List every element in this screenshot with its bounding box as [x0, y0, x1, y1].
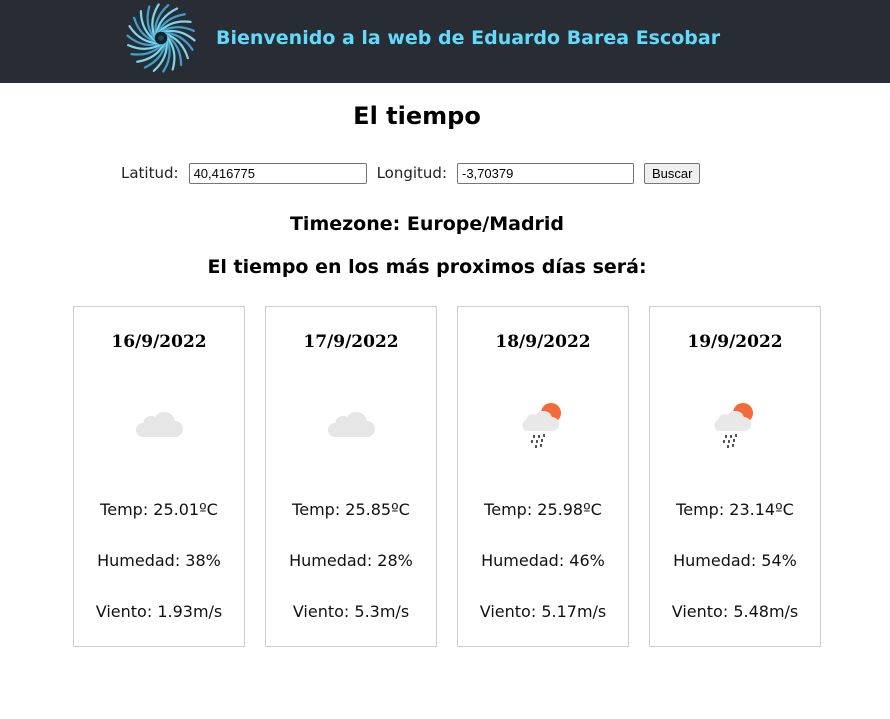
latitude-input[interactable] [188, 162, 367, 184]
forecast-date: 17/9/2022 [303, 332, 399, 352]
sun-cloud-rain-icon [714, 403, 753, 448]
cloud-icon [136, 412, 183, 437]
forecast-heading: El tiempo en los más proximos días será: [207, 256, 647, 278]
forecast-humidity: Humedad: 46% [481, 551, 605, 570]
site-header: Bienvenido a la web de Eduardo Barea Esc… [0, 0, 890, 83]
forecast-temp: Temp: 23.14ºC [676, 500, 794, 519]
forecast-card: 17/9/2022 Temp: 25.85ºC Humedad: 28% Vie… [265, 306, 437, 647]
forecast-humidity: Humedad: 28% [289, 551, 413, 570]
forecast-wind: Viento: 5.17m/s [479, 602, 607, 621]
latitude-label: Latitud: [121, 164, 179, 182]
forecast-temp: Temp: 25.85ºC [292, 500, 410, 519]
forecast-card: 16/9/2022 Temp: 25.01ºC Humedad: 38% Vie… [73, 306, 245, 647]
timezone-text: Timezone: Europe/Madrid [289, 213, 565, 235]
forecast-wind: Viento: 1.93m/s [95, 602, 223, 621]
forecast-humidity: Humedad: 38% [97, 551, 221, 570]
spiral-logo-icon [126, 3, 196, 73]
forecast-card: 18/9/2022 Temp: 25.98ºC Humedad: 46% Vie… [457, 306, 629, 647]
forecast-temp: Temp: 25.98ºC [484, 500, 602, 519]
forecast-date: 19/9/2022 [687, 332, 783, 352]
forecast-wind: Viento: 5.48m/s [671, 602, 799, 621]
forecast-date: 18/9/2022 [495, 332, 591, 352]
forecast-wind: Viento: 5.3m/s [292, 602, 410, 621]
sun-cloud-rain-icon [522, 403, 561, 448]
site-title: Bienvenido a la web de Eduardo Barea Esc… [216, 27, 721, 49]
search-button[interactable]: Buscar [644, 162, 701, 184]
cloud-icon [328, 412, 375, 437]
coordinates-form: Latitud: Longitud: Buscar [121, 161, 701, 185]
forecast-temp: Temp: 25.01ºC [100, 500, 218, 519]
forecast-date: 16/9/2022 [111, 332, 207, 352]
page-title: El tiempo [353, 102, 481, 130]
forecast-cards: 16/9/2022 Temp: 25.01ºC Humedad: 38% Vie… [73, 306, 821, 647]
longitude-input[interactable] [457, 162, 634, 184]
forecast-humidity: Humedad: 54% [673, 551, 797, 570]
forecast-card: 19/9/2022 Temp: 23.14ºC Humedad: 54% Vie… [649, 306, 821, 647]
longitude-label: Longitud: [376, 164, 447, 182]
